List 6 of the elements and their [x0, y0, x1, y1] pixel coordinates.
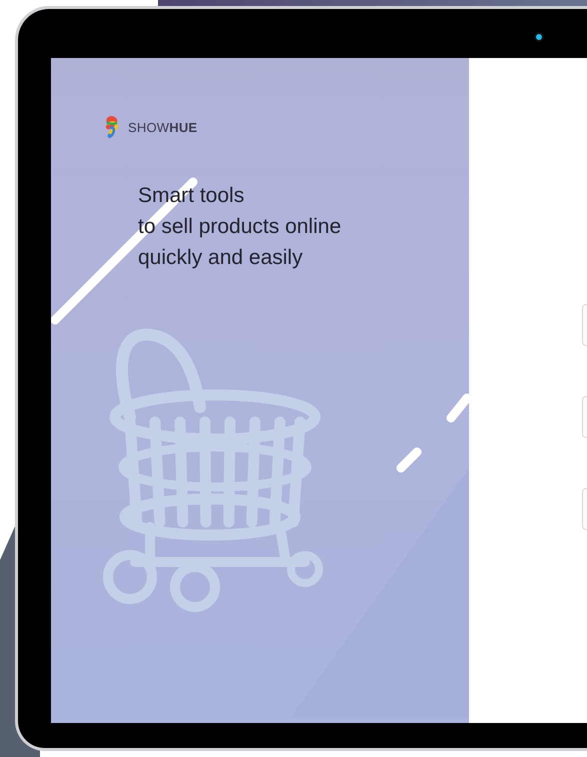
brand-name: SHOWHUE — [128, 120, 198, 134]
headline: Smart tools to sell products online quickly and easily — [138, 183, 342, 271]
dash-stripe — [396, 448, 422, 472]
logo-icon — [104, 114, 120, 140]
camera-icon — [536, 34, 542, 40]
dash-stripe — [446, 394, 469, 422]
